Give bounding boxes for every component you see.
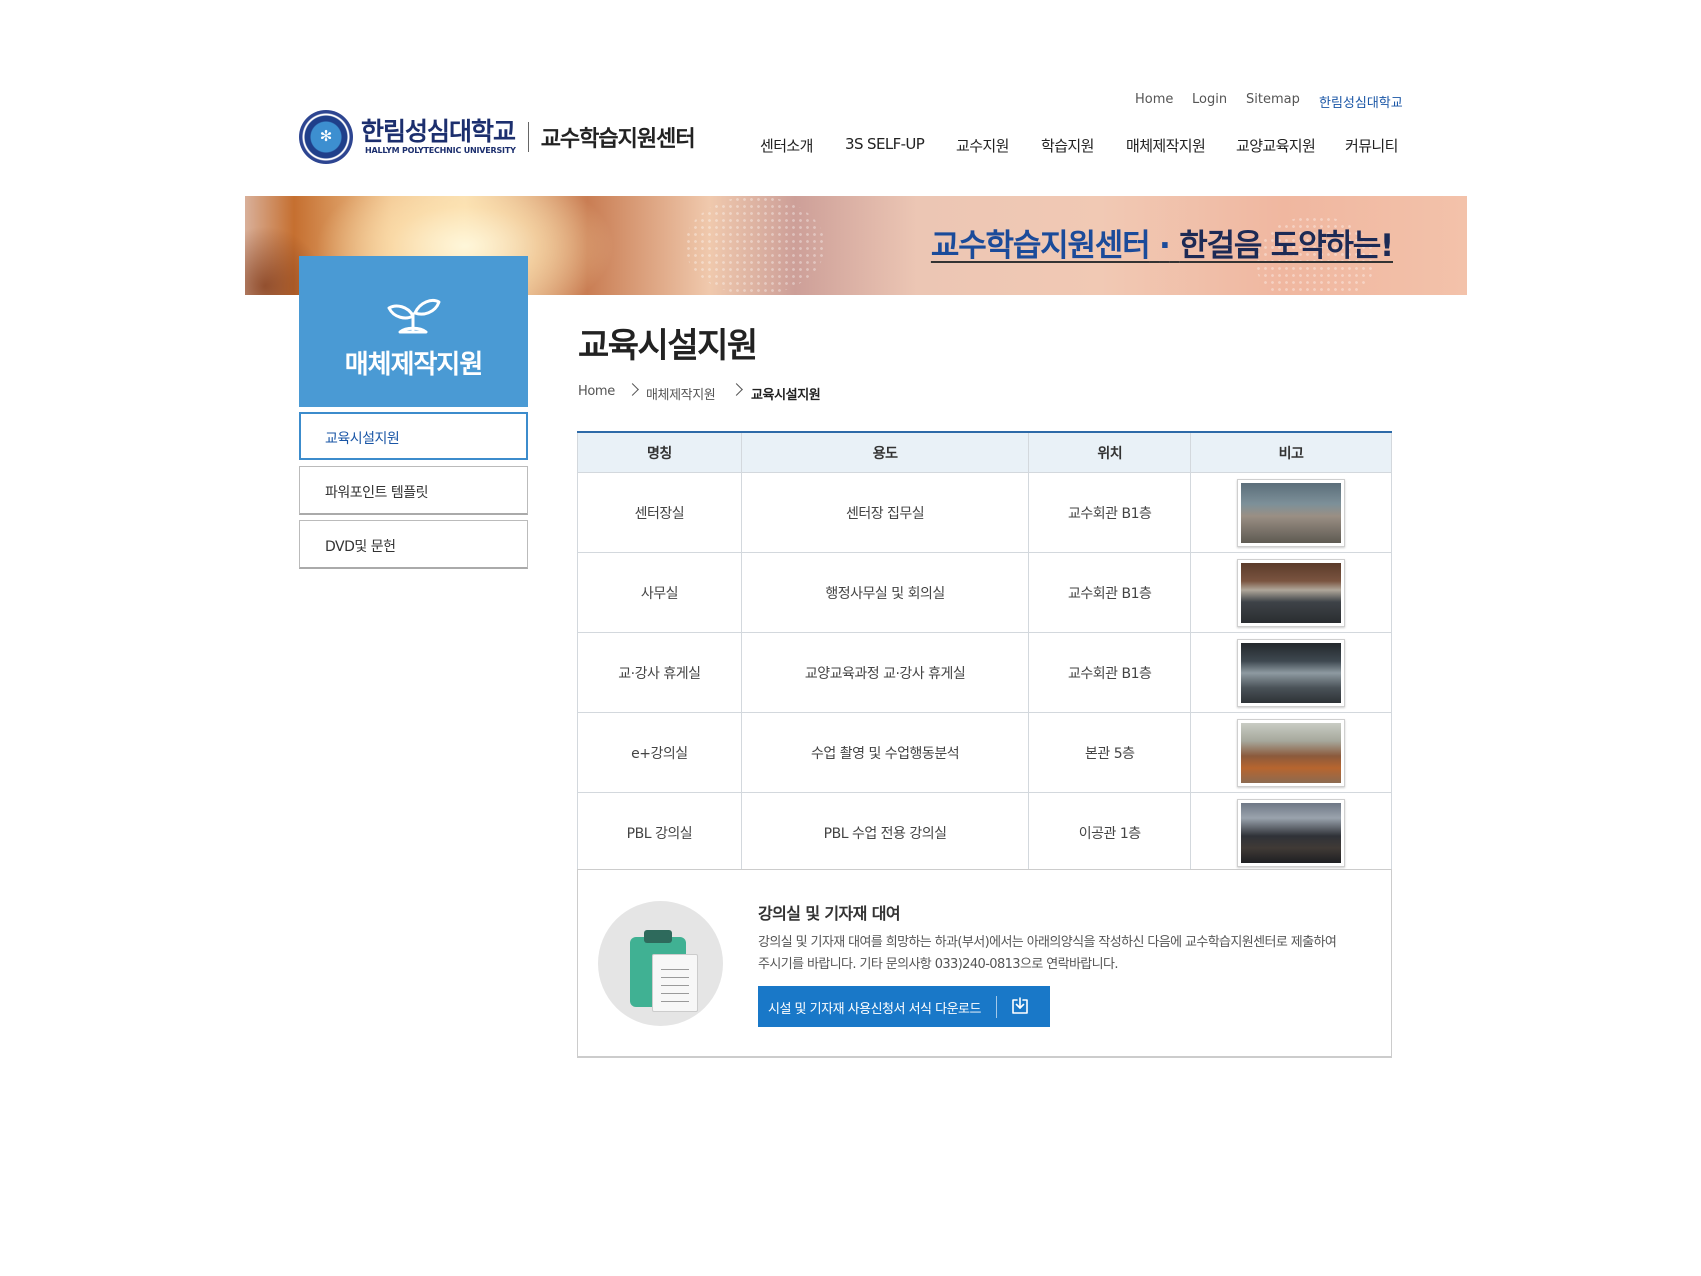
cell-location: 교수회관 B1층 [1028,552,1192,633]
breadcrumb-chevron-icon [626,383,639,396]
table-row: 센터장실 센터장 집무실 교수회관 B1층 [577,472,1392,553]
cell-use: 수업 촬영 및 수업행동분석 [740,712,1030,793]
nav-center-intro[interactable]: 센터소개 [760,135,813,156]
col-header-use: 용도 [740,431,1030,473]
breadcrumb-current: 교육시설지원 [751,388,821,403]
download-icon [1012,997,1028,1014]
table-row: PBL 강의실 PBL 수업 전용 강의실 이공관 1층 [577,792,1392,873]
home-link[interactable]: Home [1135,92,1173,107]
breadcrumb-chevron-icon [730,383,743,396]
cell-location: 본관 5층 [1028,712,1192,793]
facility-table: 명칭 용도 위치 비고 센터장실 센터장 집무실 교수회관 B1층 사무실 행정… [577,431,1392,873]
pbl-room-photo[interactable] [1237,798,1346,867]
logo-english-name: HALLYM POLYTECHNIC UNIVERSITY [365,146,516,155]
classroom-photo[interactable] [1237,718,1346,787]
breadcrumb-home[interactable]: Home [578,384,615,399]
document-icon [652,954,698,1012]
cell-name: e+강의실 [577,712,742,793]
meeting-room-photo[interactable] [1237,558,1346,627]
nav-community[interactable]: 커뮤니티 [1345,135,1398,156]
cell-use: 행정사무실 및 회의실 [740,552,1030,633]
university-link[interactable]: 한림성심대학교 [1319,92,1403,111]
download-button-label: 시설 및 기자재 사용신청서 서식 다운로드 [768,1002,981,1017]
cell-use: 센터장 집무실 [740,472,1030,553]
sidebar-item-facility-support[interactable]: 교육시설지원 [299,412,528,460]
breadcrumb-media[interactable]: 매체제작지원 [646,384,716,403]
sidebar-header: 매체제작지원 [299,256,528,407]
cell-name: 센터장실 [577,472,742,553]
sitemap-link[interactable]: Sitemap [1246,92,1300,107]
cell-name: 교·강사 휴게실 [577,632,742,713]
banner-slogan: 교수학습지원센터 · 한걸음 도약하는! [930,228,1394,264]
login-link[interactable]: Login [1192,92,1227,107]
page-title: 교육시설지원 [578,326,758,366]
table-row: 교·강사 휴게실 교양교육과정 교·강사 휴게실 교수회관 B1층 [577,632,1392,713]
sidebar-item-dvd-literature[interactable]: DVD및 문헌 [299,520,528,569]
table-row: 사무실 행정사무실 및 회의실 교수회관 B1층 [577,552,1392,633]
sprout-icon [387,298,441,334]
sidebar-title: 매체제작지원 [344,350,484,380]
table-header-row: 명칭 용도 위치 비고 [577,431,1392,473]
cell-use: 교양교육과정 교·강사 휴게실 [740,632,1030,713]
center-name: 교수학습지원센터 [540,127,696,152]
university-emblem-icon: ✻ [299,110,353,164]
nav-3s-self-up[interactable]: 3S SELF-UP [845,135,925,153]
logo-divider [527,122,529,152]
logo-korean-name: 한림성심대학교 [361,117,516,146]
cell-location: 교수회관 B1층 [1028,472,1192,553]
site-logo[interactable]: ✻ 한림성심대학교 HALLYM POLYTECHNIC UNIVERSITY … [299,110,696,164]
cell-use: PBL 수업 전용 강의실 [740,792,1030,873]
sidebar-item-ppt-template[interactable]: 파워포인트 템플릿 [299,466,528,515]
nav-faculty-support[interactable]: 교수지원 [956,135,1009,156]
rental-description: 강의실 및 기자재 대여를 희망하는 하과(부서)에서는 아래의양식을 작성하신… [758,935,1337,972]
rental-info-box: 강의실 및 기자재 대여 강의실 및 기자재 대여를 희망하는 하과(부서)에서… [577,869,1392,1058]
col-header-location: 위치 [1028,431,1192,473]
table-row: e+강의실 수업 촬영 및 수업행동분석 본관 5층 [577,712,1392,793]
cell-name: PBL 강의실 [577,792,742,873]
nav-liberal-arts-support[interactable]: 교양교육지원 [1236,135,1316,156]
office-photo[interactable] [1237,478,1346,547]
rental-title: 강의실 및 기자재 대여 [758,904,901,923]
lounge-photo[interactable] [1237,638,1346,707]
download-form-button[interactable]: 시설 및 기자재 사용신청서 서식 다운로드 [758,986,1050,1027]
cell-location: 이공관 1층 [1028,792,1192,873]
col-header-note: 비고 [1190,431,1392,473]
cell-location: 교수회관 B1층 [1028,632,1192,713]
nav-learning-support[interactable]: 학습지원 [1041,135,1094,156]
col-header-name: 명칭 [577,431,742,473]
nav-media-production[interactable]: 매체제작지원 [1126,135,1206,156]
cell-name: 사무실 [577,552,742,633]
